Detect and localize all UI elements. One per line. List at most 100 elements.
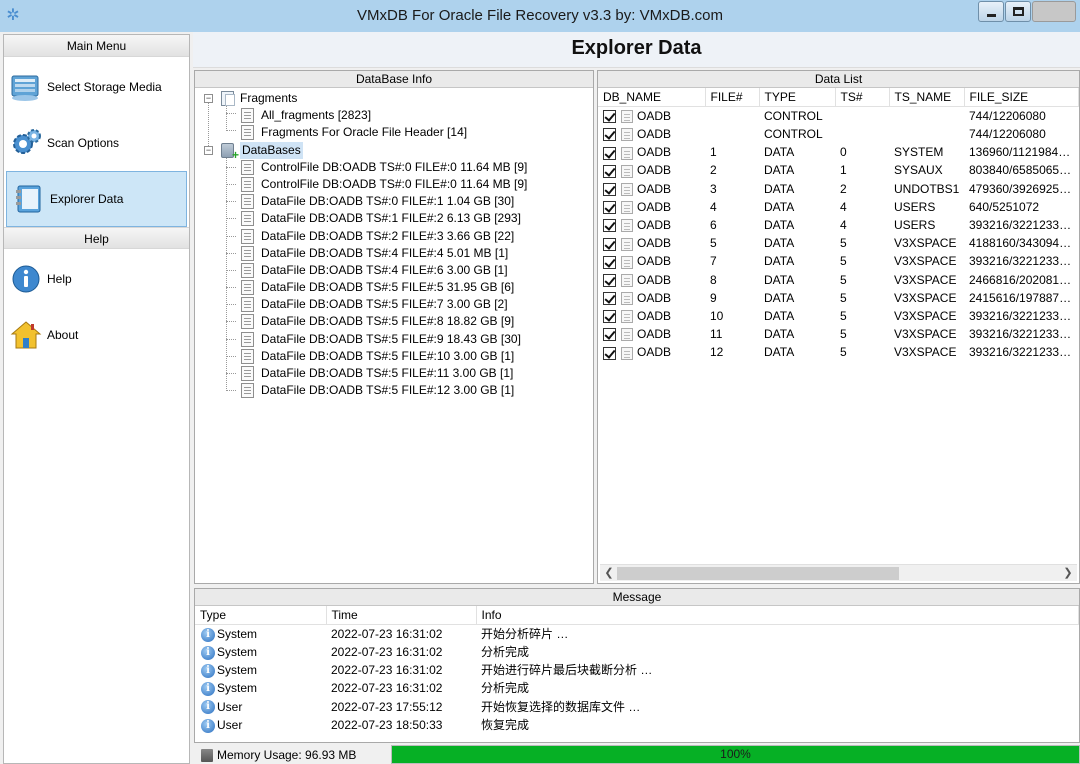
tree-node-fragment[interactable]: Fragments For Oracle File Header [14]	[195, 124, 593, 141]
database-tree: − Fragments All_fragments [2823] Fragmen…	[195, 88, 593, 399]
tree-node-datafile[interactable]: DataFile DB:OADB TS#:5 FILE#:7 3.00 GB […	[195, 296, 593, 313]
document-icon	[241, 228, 254, 244]
message-row[interactable]: i System 2022-07-23 16:31:02 开始进行碎片最后块截断分析 …	[195, 661, 1079, 679]
table-row[interactable]: OADB 12 DATA 5 V3XSPACE 393216/3221233…	[598, 343, 1079, 361]
column-header[interactable]: TYPE	[759, 88, 836, 107]
tree-node-datafile[interactable]: DataFile DB:OADB TS#:1 FILE#:2 6.13 GB […	[195, 210, 593, 227]
tree-node-label: ControlFile DB:OADB TS#:0 FILE#:0 11.64 …	[261, 159, 528, 174]
message-row[interactable]: i System 2022-07-23 16:31:02 开始分析碎片 …	[195, 625, 1079, 644]
nav-about[interactable]: About	[4, 307, 189, 363]
tree-node-datafile[interactable]: DataFile DB:OADB TS#:5 FILE#:11 3.00 GB …	[195, 365, 593, 382]
table-row[interactable]: OADB 2 DATA 1 SYSAUX 803840/6585065…	[598, 161, 1079, 179]
nav-help[interactable]: Help	[4, 251, 189, 307]
message-row[interactable]: i User 2022-07-23 17:55:12 开始恢复选择的数据库文件 …	[195, 698, 1079, 716]
table-row[interactable]: OADB 3 DATA 2 UNDOTBS1 479360/3926925…	[598, 180, 1079, 198]
table-row[interactable]: OADB 11 DATA 5 V3XSPACE 393216/3221233…	[598, 325, 1079, 343]
close-button[interactable]	[1032, 1, 1076, 22]
cell-ts-no: 5	[840, 327, 847, 342]
table-row[interactable]: OADB 9 DATA 5 V3XSPACE 2415616/197887…	[598, 289, 1079, 307]
tree-node-datafile[interactable]: DataFile DB:OADB TS#:5 FILE#:8 18.82 GB …	[195, 313, 593, 330]
table-row[interactable]: OADB 5 DATA 5 V3XSPACE 4188160/343094…	[598, 234, 1079, 252]
table-row[interactable]: OADB CONTROL 744/12206080	[598, 125, 1079, 143]
row-checkbox[interactable]	[603, 273, 616, 287]
column-header[interactable]: FILE_SIZE	[964, 88, 1079, 107]
row-checkbox[interactable]	[603, 237, 616, 251]
tree-node-databases[interactable]: − DataBases	[195, 141, 593, 160]
cell-ts-no: 2	[840, 181, 847, 196]
column-header[interactable]: Time	[326, 606, 477, 625]
cell-ts-name: V3XSPACE	[894, 272, 957, 287]
tree-node-fragments[interactable]: − Fragments	[195, 90, 593, 107]
nav-select-storage-media[interactable]: Select Storage Media	[4, 59, 189, 115]
message-row[interactable]: i User 2022-07-23 18:50:33 恢复完成	[195, 716, 1079, 734]
minimize-button[interactable]	[978, 1, 1004, 22]
message-header: Message	[195, 589, 1079, 606]
table-row[interactable]: OADB 7 DATA 5 V3XSPACE 393216/3221233…	[598, 252, 1079, 270]
cell-ts-name	[889, 107, 964, 126]
row-checkbox[interactable]	[603, 182, 616, 196]
scroll-left-icon[interactable]: ❮	[602, 565, 616, 581]
cell-ts-name: SYSAUX	[894, 163, 943, 178]
tree-node-datafile[interactable]: DataFile DB:OADB TS#:5 FILE#:10 3.00 GB …	[195, 348, 593, 365]
tree-node-datafile[interactable]: DataFile DB:OADB TS#:0 FILE#:1 1.04 GB […	[195, 193, 593, 210]
table-row[interactable]: OADB CONTROL 744/12206080	[598, 107, 1079, 126]
collapse-toggle[interactable]: −	[204, 94, 213, 103]
app-window: ✲ VMxDB For Oracle File Recovery v3.3 by…	[0, 0, 1080, 764]
tree-node-datafile[interactable]: DataFile DB:OADB TS#:5 FILE#:12 3.00 GB …	[195, 382, 593, 399]
message-row[interactable]: i System 2022-07-23 16:31:02 分析完成	[195, 679, 1079, 697]
document-icon	[241, 159, 254, 175]
column-header[interactable]: Type	[195, 606, 327, 625]
column-header[interactable]: FILE#	[705, 88, 760, 107]
message-row[interactable]: i System 2022-07-23 16:31:02 分析完成	[195, 643, 1079, 661]
cell-type: DATA	[764, 199, 795, 214]
column-header[interactable]: Info	[476, 606, 1079, 625]
horizontal-scrollbar[interactable]: ❮ ❯	[600, 564, 1077, 581]
table-row[interactable]: OADB 10 DATA 5 V3XSPACE 393216/3221233…	[598, 307, 1079, 325]
memory-usage: Memory Usage: 96.93 MB	[217, 748, 357, 762]
table-row[interactable]: OADB 4 DATA 4 USERS 640/5251072	[598, 198, 1079, 216]
scrollbar-thumb[interactable]	[617, 567, 899, 580]
row-checkbox[interactable]	[603, 146, 616, 160]
file-icon	[621, 273, 633, 287]
nav-scan-options[interactable]: Scan Options	[4, 115, 189, 171]
tree-node-datafile[interactable]: DataFile DB:OADB TS#:5 FILE#:9 18.43 GB …	[195, 331, 593, 348]
row-checkbox[interactable]	[603, 292, 616, 306]
cell-msg-time: 2022-07-23 18:50:33	[331, 717, 443, 732]
cell-file-size: 2466816/202081…	[969, 272, 1072, 287]
cell-msg-time: 2022-07-23 16:31:02	[331, 681, 443, 696]
table-row[interactable]: OADB 1 DATA 0 SYSTEM 136960/1121984…	[598, 143, 1079, 161]
cell-file-size: 393216/3221233…	[969, 345, 1072, 360]
column-header[interactable]: DB_NAME	[598, 88, 706, 107]
column-header[interactable]: TS_NAME	[889, 88, 965, 107]
nav-explorer-data[interactable]: Explorer Data	[6, 171, 187, 227]
cell-file-no: 4	[710, 199, 717, 214]
tree-node-datafile[interactable]: DataFile DB:OADB TS#:5 FILE#:5 31.95 GB …	[195, 279, 593, 296]
cell-file-size: 803840/6585065…	[969, 163, 1072, 178]
row-checkbox[interactable]	[603, 219, 616, 233]
row-checkbox[interactable]	[603, 310, 616, 324]
tree-node-fragment[interactable]: All_fragments [2823]	[195, 107, 593, 124]
cell-db-name: OADB	[637, 236, 672, 251]
table-row[interactable]: OADB 6 DATA 4 USERS 393216/3221233…	[598, 216, 1079, 234]
row-checkbox[interactable]	[603, 128, 616, 142]
cell-msg-type: System	[217, 627, 258, 641]
cell-ts-no: 5	[840, 345, 847, 360]
row-checkbox[interactable]	[603, 110, 616, 124]
row-checkbox[interactable]	[603, 346, 616, 360]
cell-ts-name: V3XSPACE	[894, 290, 957, 305]
tree-node-datafile[interactable]: DataFile DB:OADB TS#:4 FILE#:6 3.00 GB […	[195, 262, 593, 279]
tree-node-datafile[interactable]: ControlFile DB:OADB TS#:0 FILE#:0 11.64 …	[195, 159, 593, 176]
row-checkbox[interactable]	[603, 201, 616, 215]
tree-node-datafile[interactable]: DataFile DB:OADB TS#:2 FILE#:3 3.66 GB […	[195, 228, 593, 245]
row-checkbox[interactable]	[603, 164, 616, 178]
maximize-button[interactable]	[1005, 1, 1031, 22]
collapse-toggle[interactable]: −	[204, 145, 213, 155]
table-row[interactable]: OADB 8 DATA 5 V3XSPACE 2466816/202081…	[598, 271, 1079, 289]
cell-msg-info: 恢复完成	[481, 717, 530, 732]
scroll-right-icon[interactable]: ❯	[1061, 565, 1075, 581]
tree-node-datafile[interactable]: ControlFile DB:OADB TS#:0 FILE#:0 11.64 …	[195, 176, 593, 193]
row-checkbox[interactable]	[603, 255, 616, 269]
tree-node-datafile[interactable]: DataFile DB:OADB TS#:4 FILE#:4 5.01 MB […	[195, 245, 593, 262]
row-checkbox[interactable]	[603, 328, 616, 342]
column-header[interactable]: TS#	[835, 88, 890, 107]
